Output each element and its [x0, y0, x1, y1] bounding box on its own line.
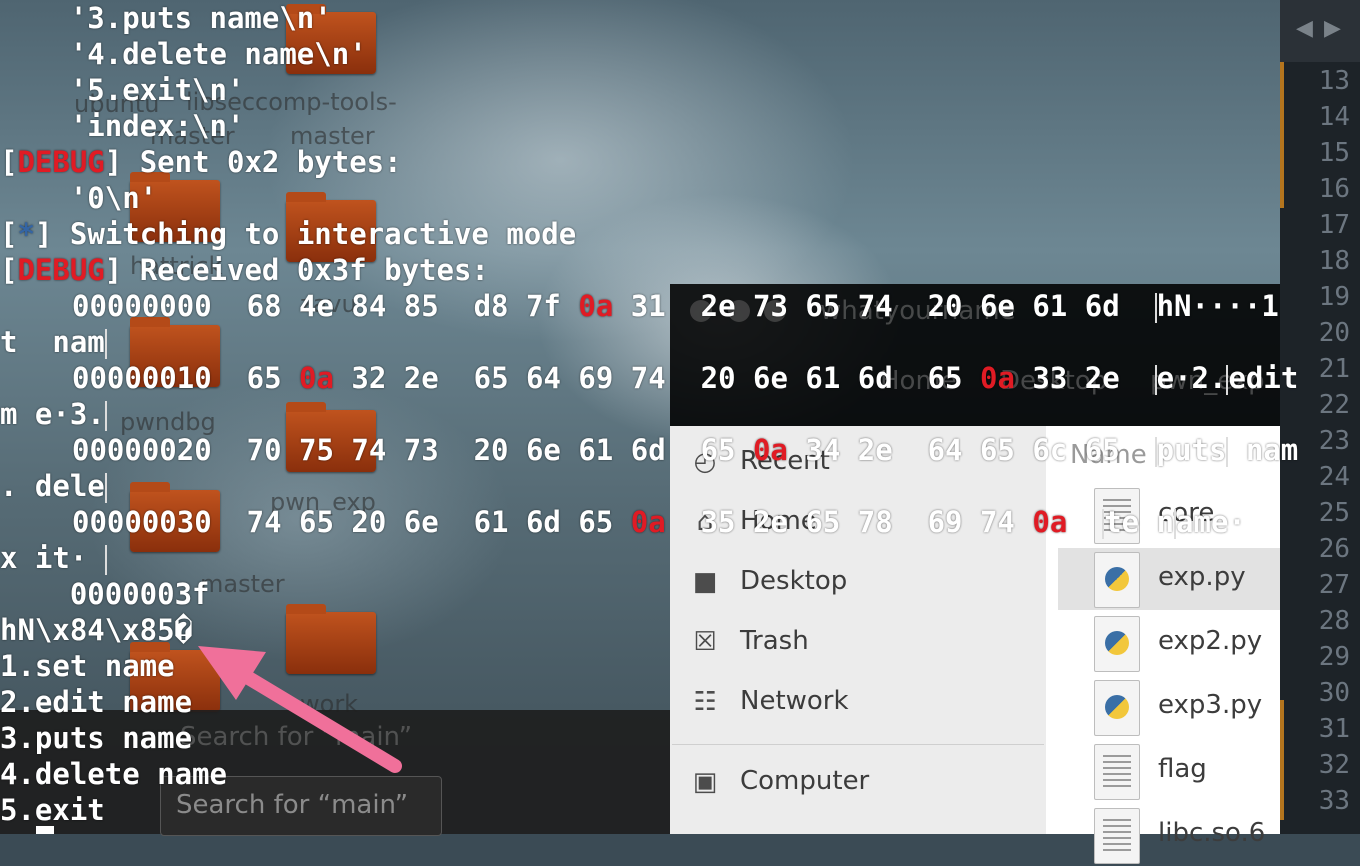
annotation-arrow-icon: [198, 646, 402, 773]
